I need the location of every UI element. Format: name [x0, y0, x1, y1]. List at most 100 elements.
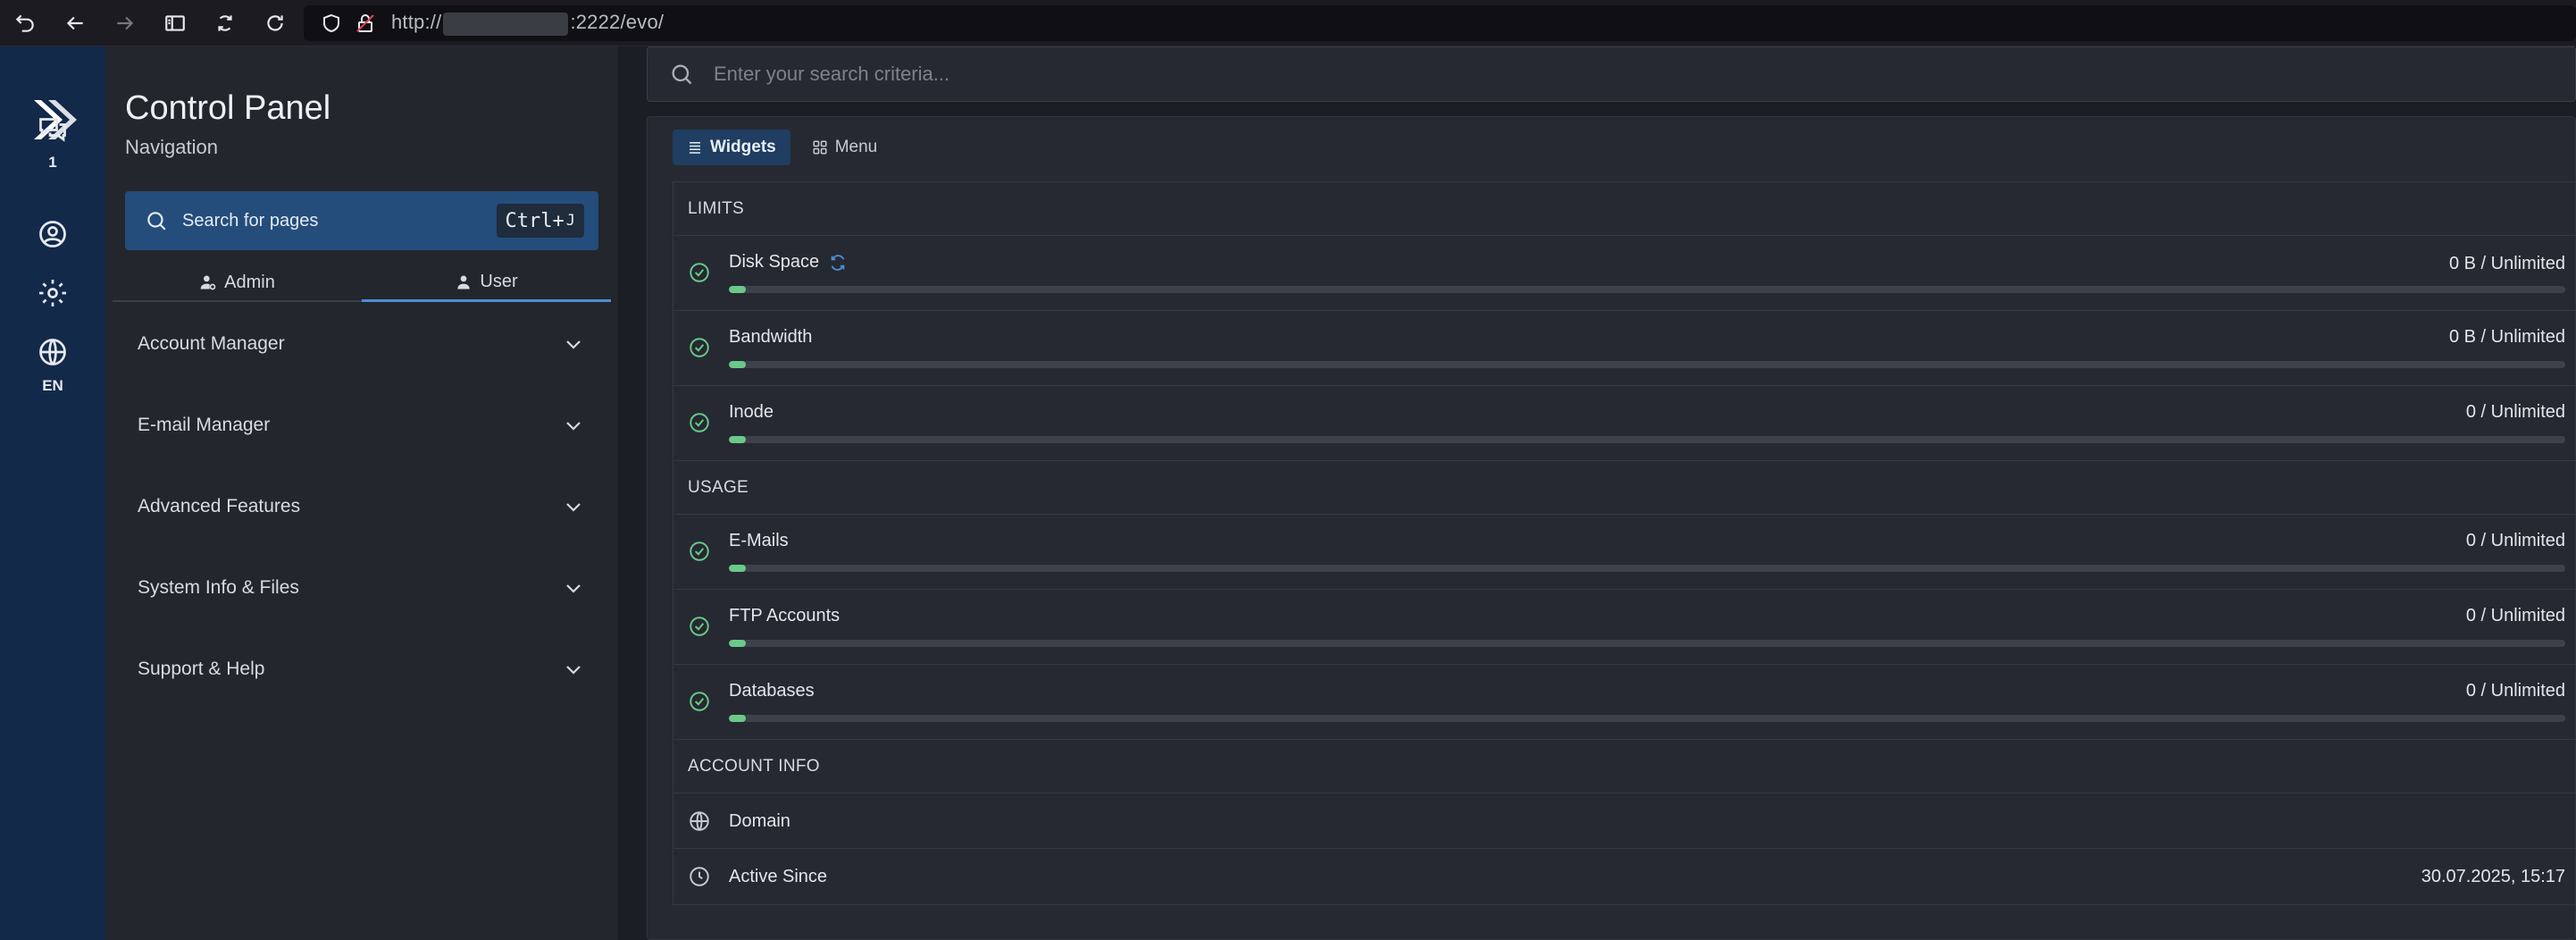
usage-progress-bar: [729, 715, 2565, 722]
sidebar-icon: [165, 14, 185, 31]
limit-progress-bar: [729, 286, 2565, 293]
check-circle-icon: [690, 541, 709, 561]
profile-rail-item[interactable]: [0, 218, 105, 250]
redacted-host: [443, 12, 569, 36]
nav-section-label: Advanced Features: [138, 496, 301, 516]
tab-user[interactable]: User: [362, 264, 611, 302]
shield-icon: [314, 13, 348, 34]
back-button[interactable]: [50, 0, 100, 46]
shortcut-key: J: [565, 212, 575, 230]
nav-section-label: System Info & Files: [138, 577, 299, 598]
address-bar[interactable]: http:// :2222/evo/: [304, 5, 2576, 41]
user-icon: [457, 275, 471, 289]
role-tabs: Admin User: [113, 264, 611, 302]
usage-value: 0 / Unlimited: [2465, 531, 2565, 550]
usage-progress-bar: [729, 640, 2565, 647]
gear-icon: [39, 280, 66, 306]
section-heading-limits: LIMITS: [673, 182, 2576, 236]
sync-button[interactable]: [200, 0, 250, 46]
usage-row-databases: Databases 0 / Unlimited: [673, 665, 2576, 740]
limit-name: Bandwidth: [729, 327, 813, 347]
check-circle-icon: [690, 692, 709, 711]
usage-progress-bar: [729, 565, 2565, 572]
messages-rail-item[interactable]: 1: [0, 113, 105, 172]
settings-rail-item[interactable]: [0, 277, 105, 309]
sync-icon: [218, 14, 232, 31]
undo-close-tab-button[interactable]: [0, 0, 50, 46]
limit-progress-bar: [729, 436, 2565, 443]
chevron-down-icon: [566, 503, 581, 512]
active-since-label: Active Since: [729, 867, 828, 886]
check-circle-icon: [690, 413, 709, 432]
icon-rail: 1 EN: [0, 46, 105, 940]
reload-button[interactable]: [250, 0, 300, 46]
tab-menu[interactable]: Menu: [798, 130, 892, 165]
refresh-icon[interactable]: [828, 253, 848, 273]
panel-title: Control Panel: [125, 89, 331, 127]
tab-widgets[interactable]: Widgets: [673, 130, 790, 165]
sidebar-toggle-button[interactable]: [150, 0, 200, 46]
limit-name-text: Disk Space: [729, 252, 820, 272]
limit-row-bandwidth: Bandwidth 0 B / Unlimited: [673, 311, 2576, 386]
url-text: http:// :2222/evo/: [391, 11, 665, 36]
browser-toolbar: http:// :2222/evo/: [0, 0, 2576, 46]
keyboard-shortcut: Ctrl+ J: [496, 204, 584, 238]
active-since-value: 30.07.2025, 15:17: [2421, 867, 2565, 886]
limit-row-inode: Inode 0 / Unlimited: [673, 386, 2576, 461]
grid-icon: [813, 140, 827, 155]
search-icon: [147, 212, 166, 231]
nav-section-system-info[interactable]: System Info & Files: [105, 548, 618, 628]
nav-section-label: Support & Help: [138, 659, 265, 679]
limit-name: Disk Space: [729, 252, 848, 273]
usage-name: E-Mails: [729, 531, 789, 550]
progress-fill: [729, 436, 746, 443]
check-circle-icon: [690, 338, 709, 357]
user-circle-icon: [39, 221, 66, 248]
arrow-left-icon: [66, 16, 83, 29]
usage-row-emails: E-Mails 0 / Unlimited: [673, 515, 2576, 590]
global-search-input[interactable]: [714, 63, 2321, 86]
list-icon: [690, 142, 700, 154]
section-heading-usage: USAGE: [673, 461, 2576, 515]
account-info-active-since: Active Since 30.07.2025, 15:17: [673, 849, 2576, 904]
account-info-domain: Domain: [673, 793, 2576, 849]
url-path: :2222/evo/: [570, 11, 665, 34]
nav-section-label: Account Manager: [138, 333, 285, 354]
chevron-down-icon: [566, 422, 581, 431]
limit-name: Inode: [729, 402, 774, 422]
view-tabs: Widgets Menu: [673, 130, 891, 165]
tab-widgets-label: Widgets: [710, 138, 776, 156]
limit-progress-bar: [729, 361, 2565, 368]
chevron-down-icon: [566, 340, 581, 349]
panel-subtitle: Navigation: [125, 136, 218, 158]
tab-admin[interactable]: Admin: [113, 264, 362, 302]
limit-value: 0 B / Unlimited: [2448, 327, 2565, 347]
language-rail-item[interactable]: EN: [0, 336, 105, 395]
messages-count: 1: [48, 154, 57, 171]
global-search-bar[interactable]: [647, 46, 2576, 102]
check-circle-icon: [690, 263, 709, 282]
nav-section-support-help[interactable]: Support & Help: [105, 629, 618, 709]
domain-label: Domain: [729, 811, 790, 831]
messages-icon: [39, 118, 66, 142]
forward-button[interactable]: [100, 0, 150, 46]
usage-row-ftp-accounts: FTP Accounts 0 / Unlimited: [673, 590, 2576, 665]
insecure-lock-icon: [348, 13, 382, 34]
url-scheme: http://: [391, 11, 442, 34]
progress-fill: [729, 565, 746, 572]
main-content: Widgets Menu LIMITS Disk Space 0 B / Unl…: [647, 46, 2576, 940]
limit-row-disk-space: Disk Space 0 B / Unlimited: [673, 236, 2576, 311]
reload-icon: [267, 14, 283, 31]
progress-fill: [729, 286, 746, 293]
usage-value: 0 / Unlimited: [2465, 681, 2565, 701]
usage-name: FTP Accounts: [729, 606, 841, 625]
usage-name: Databases: [729, 681, 815, 701]
nav-section-advanced-features[interactable]: Advanced Features: [105, 466, 618, 547]
progress-fill: [729, 361, 746, 368]
nav-section-email-manager[interactable]: E-mail Manager: [105, 385, 618, 466]
language-label: EN: [42, 377, 63, 394]
dashboard-panel: Widgets Menu LIMITS Disk Space 0 B / Unl…: [647, 116, 2576, 940]
nav-section-account-manager[interactable]: Account Manager: [105, 304, 618, 384]
globe-icon: [39, 339, 66, 365]
page-search-button[interactable]: Search for pages Ctrl+ J: [125, 191, 598, 250]
